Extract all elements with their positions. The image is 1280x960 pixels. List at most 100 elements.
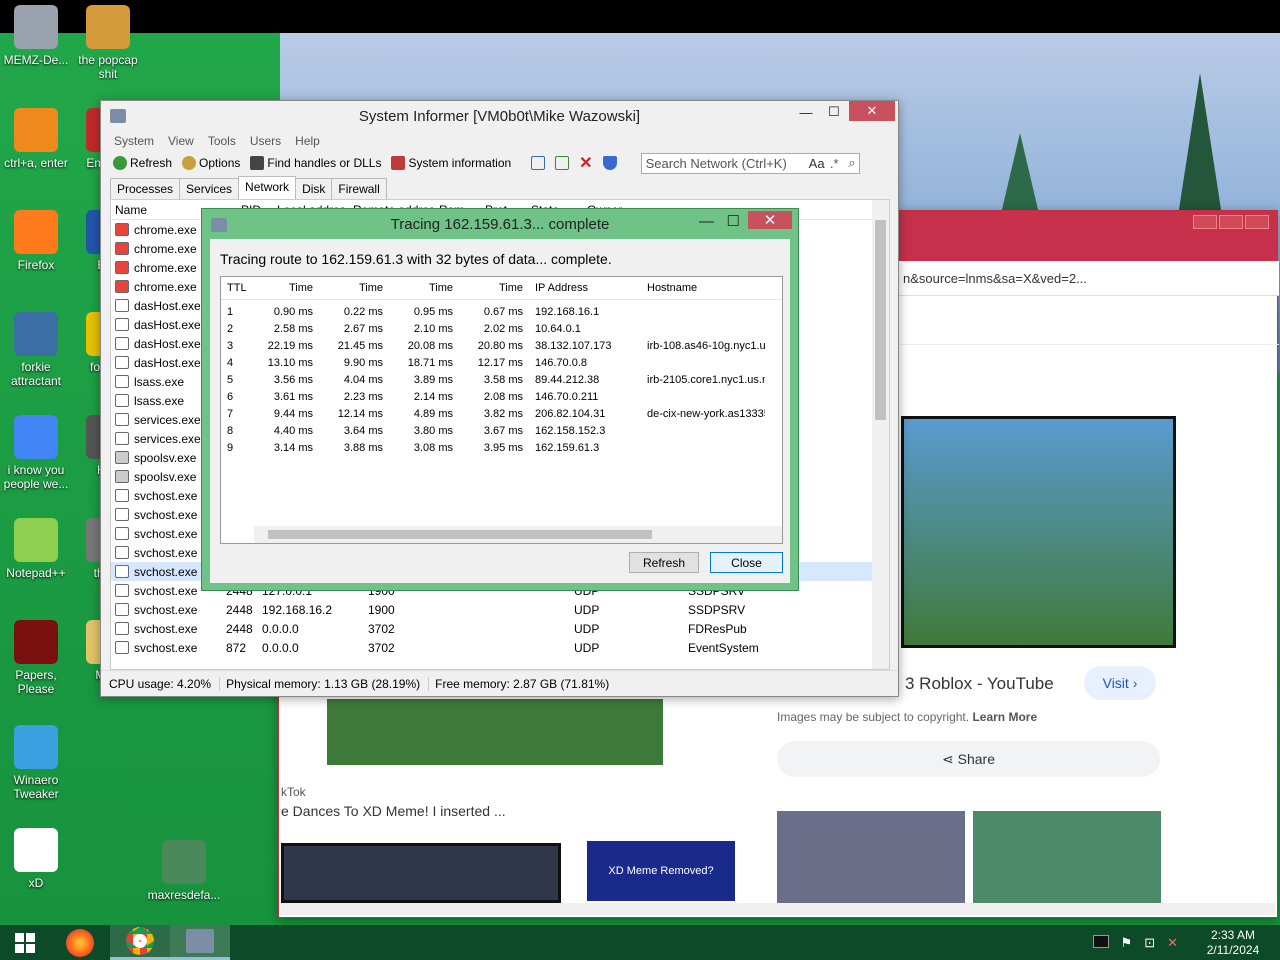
network-icon[interactable]: ⊡ bbox=[1144, 935, 1155, 951]
close-x-icon[interactable]: ✕ bbox=[579, 153, 592, 173]
hop-cell: 7 bbox=[227, 407, 234, 420]
close-button[interactable]: ✕ bbox=[849, 101, 895, 121]
related-thumb-1[interactable] bbox=[777, 811, 965, 906]
menu-item[interactable]: Help bbox=[295, 134, 320, 148]
hop-row[interactable]: 9 3.14 ms 3.88 ms 3.08 ms 3.95 ms 162.159.61.… bbox=[221, 439, 782, 456]
taskbar-firefox[interactable] bbox=[50, 925, 110, 960]
desktop-icon[interactable]: Firefox bbox=[0, 210, 76, 272]
tiktok-caption[interactable]: e Dances To XD Meme! I inserted ... bbox=[281, 803, 506, 819]
taskbar-chrome[interactable] bbox=[110, 925, 170, 960]
hop-column-header[interactable]: Hostname bbox=[641, 282, 765, 294]
search-icon[interactable]: ⌕ bbox=[848, 155, 855, 171]
hop-column-header[interactable]: Time bbox=[459, 282, 529, 294]
tracert-minimize[interactable]: — bbox=[699, 213, 714, 230]
system-info-tool[interactable]: System information bbox=[391, 156, 511, 170]
refresh-button[interactable]: Refresh bbox=[629, 552, 699, 573]
result-title[interactable]: 3 Roblox - YouTube bbox=[905, 674, 1054, 694]
tab-services[interactable]: Services bbox=[179, 178, 240, 199]
close-dialog-button[interactable]: Close bbox=[710, 552, 783, 573]
tracert-maximize[interactable]: ☐ bbox=[727, 212, 740, 230]
shield-icon[interactable] bbox=[602, 156, 617, 170]
volume-muted-icon[interactable]: ✕ bbox=[1167, 935, 1178, 951]
refresh-tool[interactable]: Refresh bbox=[113, 156, 172, 170]
desktop-icon[interactable]: Papers, Please bbox=[0, 620, 76, 696]
start-button[interactable] bbox=[0, 925, 50, 960]
window-arrow-icon[interactable] bbox=[555, 156, 570, 170]
terminal-tray-icon[interactable] bbox=[1092, 934, 1109, 948]
vertical-scrollbar[interactable] bbox=[872, 200, 889, 669]
hop-column-header[interactable]: IP Address bbox=[529, 282, 641, 294]
video-thumbnail[interactable] bbox=[281, 843, 561, 903]
horizontal-scrollbar[interactable] bbox=[281, 903, 1275, 915]
desktop-icon[interactable]: Winaero Tweaker bbox=[0, 725, 76, 801]
taskbar-system-informer[interactable] bbox=[170, 925, 230, 960]
desktop-icon[interactable]: the popcap shit bbox=[68, 5, 148, 81]
taskbar: ⚑ ⊡ ✕ 2:33 AM 2/11/2024 bbox=[0, 925, 1280, 960]
hop-row[interactable]: 3 22.19 ms 21.45 ms 20.08 ms 20.80 ms 38.132.… bbox=[221, 337, 782, 354]
tab-network[interactable]: Network bbox=[238, 176, 297, 199]
desktop-icon[interactable]: maxresdefa... bbox=[144, 840, 224, 902]
xd-thumbnail[interactable]: XD Meme Removed? bbox=[587, 841, 735, 901]
app-icon bbox=[14, 415, 58, 459]
hop-column-header[interactable]: Time bbox=[257, 282, 319, 294]
tracert-dialog[interactable]: Tracing 162.159.61.3... complete — ☐ ✕ T… bbox=[201, 208, 799, 591]
case-toggle[interactable]: Aa bbox=[809, 156, 825, 171]
game-thumbnail[interactable] bbox=[327, 699, 663, 765]
desktop-icon[interactable]: xD bbox=[0, 828, 76, 890]
scroll-thumb[interactable] bbox=[875, 220, 886, 420]
status-bar: CPU usage: 4.20% Physical memory: 1.13 G… bbox=[101, 670, 898, 696]
hop-column-header[interactable]: Time bbox=[319, 282, 389, 294]
window-icon[interactable] bbox=[531, 156, 546, 170]
hop-cell: de-cix-new-york.as13335 bbox=[647, 407, 765, 420]
desktop-icon[interactable]: ctrl+a, enter bbox=[0, 108, 76, 170]
si-titlebar[interactable]: System Informer [VM0b0t\Mike Wazowski] —… bbox=[101, 101, 898, 131]
hop-hscroll-thumb[interactable] bbox=[268, 530, 652, 539]
hop-table[interactable]: TTL Time Time Time Time IP Address Hostname 10… bbox=[220, 276, 783, 544]
hop-row[interactable]: 7 9.44 ms 12.14 ms 4.89 ms 3.82 ms 206.82.104… bbox=[221, 405, 782, 422]
menu-item[interactable]: Users bbox=[250, 134, 281, 148]
tab-disk[interactable]: Disk bbox=[295, 178, 333, 199]
options-tool[interactable]: Options bbox=[182, 156, 240, 170]
hop-row[interactable]: 2 2.58 ms 2.67 ms 2.10 ms 2.02 ms 10.64.0.1 bbox=[221, 320, 782, 337]
table-row[interactable]: svchost.exe 872 0.0.0.0 3702 UDP EventSystem bbox=[111, 638, 889, 657]
clock[interactable]: 2:33 AM 2/11/2024 bbox=[1198, 928, 1268, 958]
hop-row[interactable]: 1 0.90 ms 0.22 ms 0.95 ms 0.67 ms 192.168.16.… bbox=[221, 303, 782, 320]
hop-row[interactable]: 4 13.10 ms 9.90 ms 18.71 ms 12.17 ms 146.70.0… bbox=[221, 354, 782, 371]
desktop-icon[interactable]: forkie attractant bbox=[0, 312, 76, 388]
hop-column-header[interactable]: Time bbox=[389, 282, 459, 294]
find-handles-tool[interactable]: Find handles or DLLs bbox=[250, 156, 381, 170]
desktop-icon[interactable]: MEMZ-De... bbox=[0, 5, 76, 67]
related-thumb-2[interactable] bbox=[973, 811, 1161, 906]
search-input[interactable]: Search Network (Ctrl+K) Aa .* ⌕ bbox=[640, 152, 860, 174]
hop-cell: 22.19 ms bbox=[267, 339, 313, 352]
flag-icon[interactable]: ⚑ bbox=[1121, 935, 1133, 951]
hop-cell: 3.89 ms bbox=[413, 373, 453, 386]
image-preview[interactable] bbox=[901, 416, 1176, 648]
process-name: spoolsv.exe bbox=[134, 450, 197, 465]
learn-more-link[interactable]: Learn More bbox=[972, 710, 1037, 724]
tab-processes[interactable]: Processes bbox=[110, 178, 181, 199]
hop-row[interactable]: 6 3.61 ms 2.23 ms 2.14 ms 2.08 ms 146.70.0.21… bbox=[221, 388, 782, 405]
tracert-titlebar[interactable]: Tracing 162.159.61.3... complete — ☐ ✕ bbox=[202, 209, 798, 239]
menu-item[interactable]: Tools bbox=[208, 134, 236, 148]
desktop-icon[interactable]: i know you people we... bbox=[0, 415, 76, 491]
visit-button[interactable]: Visit › bbox=[1084, 666, 1156, 700]
hop-hscroll[interactable] bbox=[254, 526, 782, 543]
app-icon bbox=[14, 518, 58, 562]
hop-row[interactable]: 5 3.56 ms 4.04 ms 3.89 ms 3.58 ms 89.44.212.3… bbox=[221, 371, 782, 388]
tracert-close[interactable]: ✕ bbox=[748, 211, 792, 229]
table-row[interactable]: svchost.exe 2448 192.168.16.2 1900 UDP SSDPSR… bbox=[111, 600, 889, 619]
tracert-heading: Tracing route to 162.159.61.3 with 32 by… bbox=[220, 251, 612, 267]
hop-column-header[interactable]: TTL bbox=[221, 282, 257, 294]
menu-item[interactable]: View bbox=[168, 134, 194, 148]
chrome-addressbar[interactable]: n&source=lnms&sa=X&ved=2... bbox=[899, 261, 1279, 296]
desktop-icon[interactable]: Notepad++ bbox=[0, 518, 76, 580]
table-row[interactable]: svchost.exe 2448 0.0.0.0 3702 UDP FDResPub bbox=[111, 619, 889, 638]
chrome-window-controls[interactable] bbox=[1193, 215, 1269, 229]
tray-icons[interactable]: ⚑ ⊡ ✕ bbox=[1092, 934, 1178, 951]
tab-firewall[interactable]: Firewall bbox=[331, 178, 387, 199]
share-button[interactable]: ⋖ Share bbox=[777, 741, 1160, 777]
menu-item[interactable]: System bbox=[114, 134, 154, 148]
hop-row[interactable]: 8 4.40 ms 3.64 ms 3.80 ms 3.67 ms 162.158.152… bbox=[221, 422, 782, 439]
regex-icon[interactable]: .* bbox=[830, 156, 839, 171]
